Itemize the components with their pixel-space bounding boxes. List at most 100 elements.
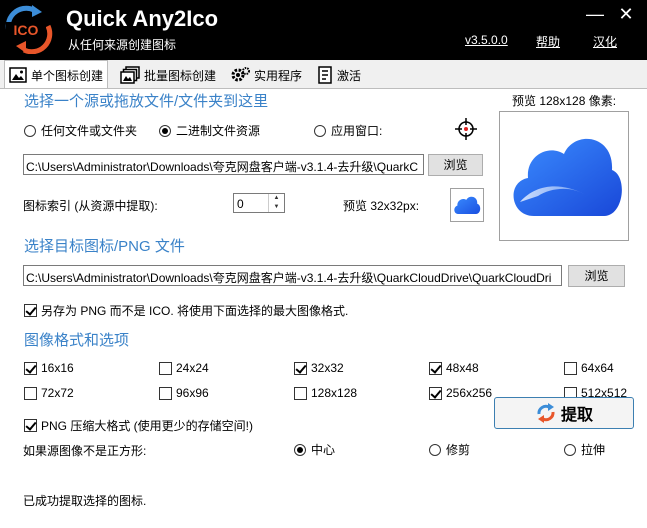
single-icon-panel: 选择一个源或拖放文件/文件夹到这里 任何文件或文件夹 二进制文件资源 应用窗口:…: [0, 88, 647, 528]
tab-label: 实用程序: [254, 68, 303, 83]
radio-dot: [294, 443, 306, 456]
format-96x96[interactable]: 96x96: [159, 386, 209, 400]
radio-dot: [429, 443, 441, 456]
formats-section-title: 图像格式和选项: [24, 332, 130, 349]
icon-index-label: 图标索引 (从资源中提取):: [23, 199, 158, 213]
checkbox-label: PNG 压缩大格式 (使用更少的存储空间!): [41, 419, 253, 433]
version-link[interactable]: v3.5.0.0: [465, 33, 508, 47]
target-path-input[interactable]: C:\Users\Administrator\Downloads\夸克网盘客户端…: [23, 265, 562, 286]
spinner-arrows: ▲ ▼: [268, 194, 284, 212]
checkbox-box: [429, 361, 442, 375]
crosshair-icon[interactable]: [454, 117, 478, 141]
radio-dot: [159, 124, 171, 137]
extract-button[interactable]: 提取: [494, 397, 634, 429]
radio-dot: [564, 443, 576, 456]
tab-label: 单个图标创建: [31, 68, 104, 83]
radio-label: 二进制文件资源: [176, 124, 261, 138]
preview128-label: 预览 128x128 像素:: [512, 94, 617, 108]
help-link[interactable]: 帮助: [536, 33, 560, 50]
language-link[interactable]: 汉化: [593, 33, 617, 50]
radio-binary-resource[interactable]: 二进制文件资源: [159, 122, 260, 139]
tab-utilities[interactable]: 实用程序: [226, 62, 306, 88]
radio-label: 中心: [311, 443, 336, 457]
checkbox-box: [24, 304, 37, 317]
radio-label: 修剪: [446, 443, 471, 457]
close-button[interactable]: ✕: [615, 4, 637, 24]
tab-label: 激活: [337, 68, 362, 83]
status-text: 已成功提取选择的图标.: [23, 494, 147, 508]
radio-any-file[interactable]: 任何文件或文件夹: [24, 122, 137, 139]
checkbox-box: [24, 386, 37, 400]
gear-icon: [231, 67, 250, 82]
checkbox-label: 96x96: [176, 386, 209, 400]
checkbox-box: [294, 361, 307, 375]
checkbox-box: [24, 361, 37, 375]
format-128x128[interactable]: 128x128: [294, 386, 357, 400]
checkbox-box: [294, 386, 307, 400]
radio-crop[interactable]: 修剪: [429, 441, 470, 458]
extract-label: 提取: [560, 407, 593, 424]
format-32x32[interactable]: 32x32: [294, 361, 344, 375]
format-16x16[interactable]: 16x16: [24, 361, 74, 375]
app-title: Quick Any2Ico: [66, 6, 219, 31]
minimize-button[interactable]: —: [584, 4, 606, 24]
document-icon: [318, 66, 332, 84]
save-as-png-checkbox[interactable]: 另存为 PNG 而不是 ICO. 将使用下面选择的最大图像格式.: [24, 302, 348, 319]
target-section-title: 选择目标图标/PNG 文件: [24, 238, 185, 255]
radio-dot: [314, 124, 326, 137]
radio-center[interactable]: 中心: [294, 441, 335, 458]
preview128-box: [499, 111, 629, 241]
app-subtitle: 从任何来源创建图标: [68, 38, 177, 52]
checkbox-label: 64x64: [581, 361, 614, 375]
tab-single-icon[interactable]: 单个图标创建: [4, 60, 109, 89]
checkbox-label: 另存为 PNG 而不是 ICO. 将使用下面选择的最大图像格式.: [41, 304, 349, 318]
app-logo: ICO: [5, 5, 53, 54]
checkbox-label: 16x16: [41, 361, 74, 375]
checkbox-box: [159, 361, 172, 375]
checkbox-label: 128x128: [311, 386, 358, 400]
spinner-up-icon[interactable]: ▲: [269, 194, 284, 203]
radio-label: 任何文件或文件夹: [41, 124, 138, 138]
radio-label: 应用窗口:: [331, 124, 383, 138]
checkbox-label: 72x72: [41, 386, 74, 400]
format-24x24[interactable]: 24x24: [159, 361, 209, 375]
cloud-icon-large: [513, 138, 622, 216]
icon-index-spinner[interactable]: 0 ▲ ▼: [233, 193, 285, 213]
format-256x256[interactable]: 256x256: [429, 386, 492, 400]
checkbox-label: 24x24: [176, 361, 209, 375]
source-section-title: 选择一个源或拖放文件/文件夹到这里: [24, 93, 269, 110]
extract-icon: [537, 403, 555, 423]
batch-icon: [120, 66, 140, 84]
radio-label: 拉伸: [581, 443, 606, 457]
preview32-box: [450, 188, 484, 222]
app-header: ICO Quick Any2Ico 从任何来源创建图标 v3.5.0.0 帮助 …: [0, 0, 647, 60]
preview32-label: 预览 32x32px:: [343, 199, 420, 213]
format-72x72[interactable]: 72x72: [24, 386, 74, 400]
tab-label: 批量图标创建: [144, 68, 217, 83]
checkbox-box: [564, 361, 577, 375]
radio-dot: [24, 124, 36, 137]
radio-stretch[interactable]: 拉伸: [564, 441, 605, 458]
tab-bar: 单个图标创建 批量图标创建 实用程序 激活: [0, 60, 647, 89]
format-64x64[interactable]: 64x64: [564, 361, 614, 375]
image-icon: [9, 67, 27, 83]
tab-batch-icon[interactable]: 批量图标创建: [116, 62, 220, 88]
checkbox-label: 48x48: [446, 361, 479, 375]
checkbox-box: [24, 419, 37, 432]
tab-activate[interactable]: 激活: [313, 62, 365, 88]
checkbox-label: 256x256: [446, 386, 493, 400]
source-browse-button[interactable]: 浏览: [428, 154, 483, 176]
target-browse-button[interactable]: 浏览: [568, 265, 625, 287]
checkbox-label: 32x32: [311, 361, 344, 375]
checkbox-box: [429, 386, 442, 400]
checkbox-box: [159, 386, 172, 400]
logo-text: ICO: [14, 22, 39, 38]
source-path-input[interactable]: C:\Users\Administrator\Downloads\夸克网盘客户端…: [23, 154, 424, 175]
cloud-icon-small: [454, 196, 481, 214]
radio-app-window[interactable]: 应用窗口:: [314, 122, 382, 139]
png-compress-checkbox[interactable]: PNG 压缩大格式 (使用更少的存储空间!): [24, 417, 253, 434]
icon-index-value: 0: [237, 197, 244, 211]
nonsquare-label: 如果源图像不是正方形:: [23, 444, 147, 458]
format-48x48[interactable]: 48x48: [429, 361, 479, 375]
spinner-down-icon[interactable]: ▼: [269, 203, 284, 212]
